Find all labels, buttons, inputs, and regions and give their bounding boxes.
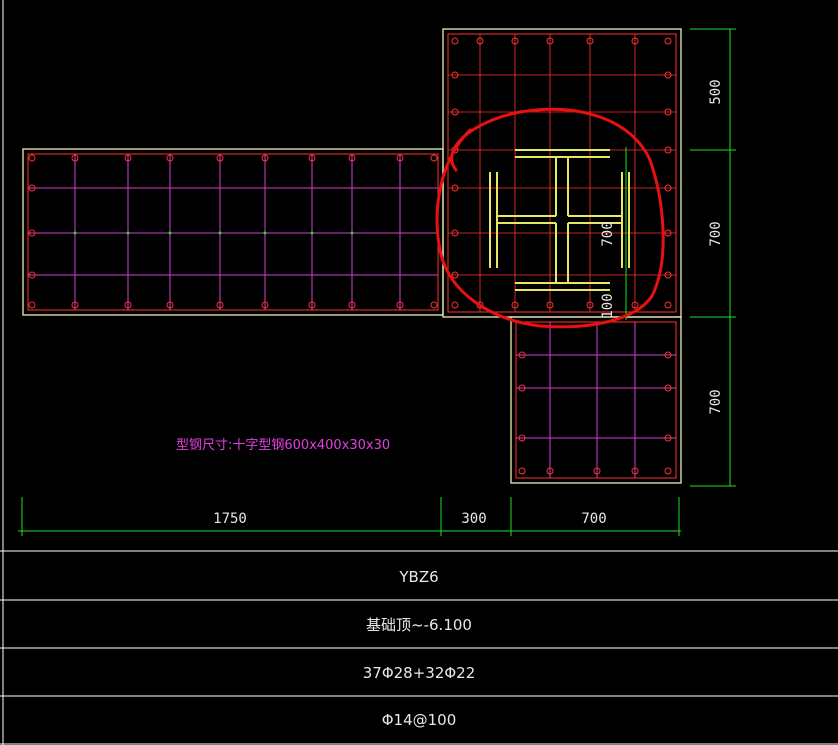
- table-row-stirrup: Φ14@100: [382, 711, 457, 729]
- dim-right-500: 500: [708, 79, 724, 104]
- bottom-wing-section: [515, 321, 677, 479]
- tie-hook-mark: [168, 231, 172, 235]
- rebar-dot: [430, 301, 438, 309]
- steel-size-note: 型钢尺寸:十字型钢600x400x30x30: [176, 438, 390, 453]
- core-outline: [442, 28, 682, 318]
- table-row-elevation: 基础顶~-6.100: [366, 616, 472, 634]
- dim-bottom-700: 700: [581, 511, 606, 527]
- rebar-dot: [28, 154, 36, 162]
- left-wing-outline: [22, 148, 444, 316]
- core-section: [447, 33, 677, 313]
- dim-inner-100: 100: [600, 293, 616, 318]
- tie-hook-mark: [218, 231, 222, 235]
- rebar-dot: [664, 467, 672, 475]
- rebar-dot: [430, 154, 438, 162]
- cross-steel-section: [489, 149, 630, 291]
- dim-bottom-1750: 1750: [213, 511, 247, 527]
- rebar-dot: [451, 301, 459, 309]
- tie-hook-mark: [73, 231, 77, 235]
- rebar-dot: [518, 467, 526, 475]
- bottom-wing-stirrup: [515, 321, 677, 479]
- tie-hook-mark: [263, 231, 267, 235]
- bottom-wing-outline: [510, 316, 682, 484]
- dim-bottom-300: 300: [461, 511, 486, 527]
- rebar-dot: [28, 301, 36, 309]
- dimension-lines: [18, 28, 736, 536]
- rebar-dot: [664, 301, 672, 309]
- left-wing-section: [27, 153, 439, 311]
- tie-hook-mark: [126, 231, 130, 235]
- table-row-longitudinal-rebar: 37Φ28+32Φ22: [363, 664, 476, 682]
- table-row-name: YBZ6: [398, 568, 438, 586]
- dim-right-700-lower: 700: [708, 389, 724, 414]
- tie-hook-mark: [350, 231, 354, 235]
- rebar-dot: [451, 37, 459, 45]
- left-wing-stirrup: [27, 153, 439, 311]
- column-section-drawing: 1750 300 700 500 700 700 700 100 型钢尺寸:十字…: [0, 0, 838, 745]
- rebar-dot: [664, 37, 672, 45]
- dim-right-700-upper: 700: [708, 221, 724, 246]
- tie-hook-mark: [310, 231, 314, 235]
- dim-inner-700: 700: [600, 221, 616, 246]
- core-stirrup: [447, 33, 677, 313]
